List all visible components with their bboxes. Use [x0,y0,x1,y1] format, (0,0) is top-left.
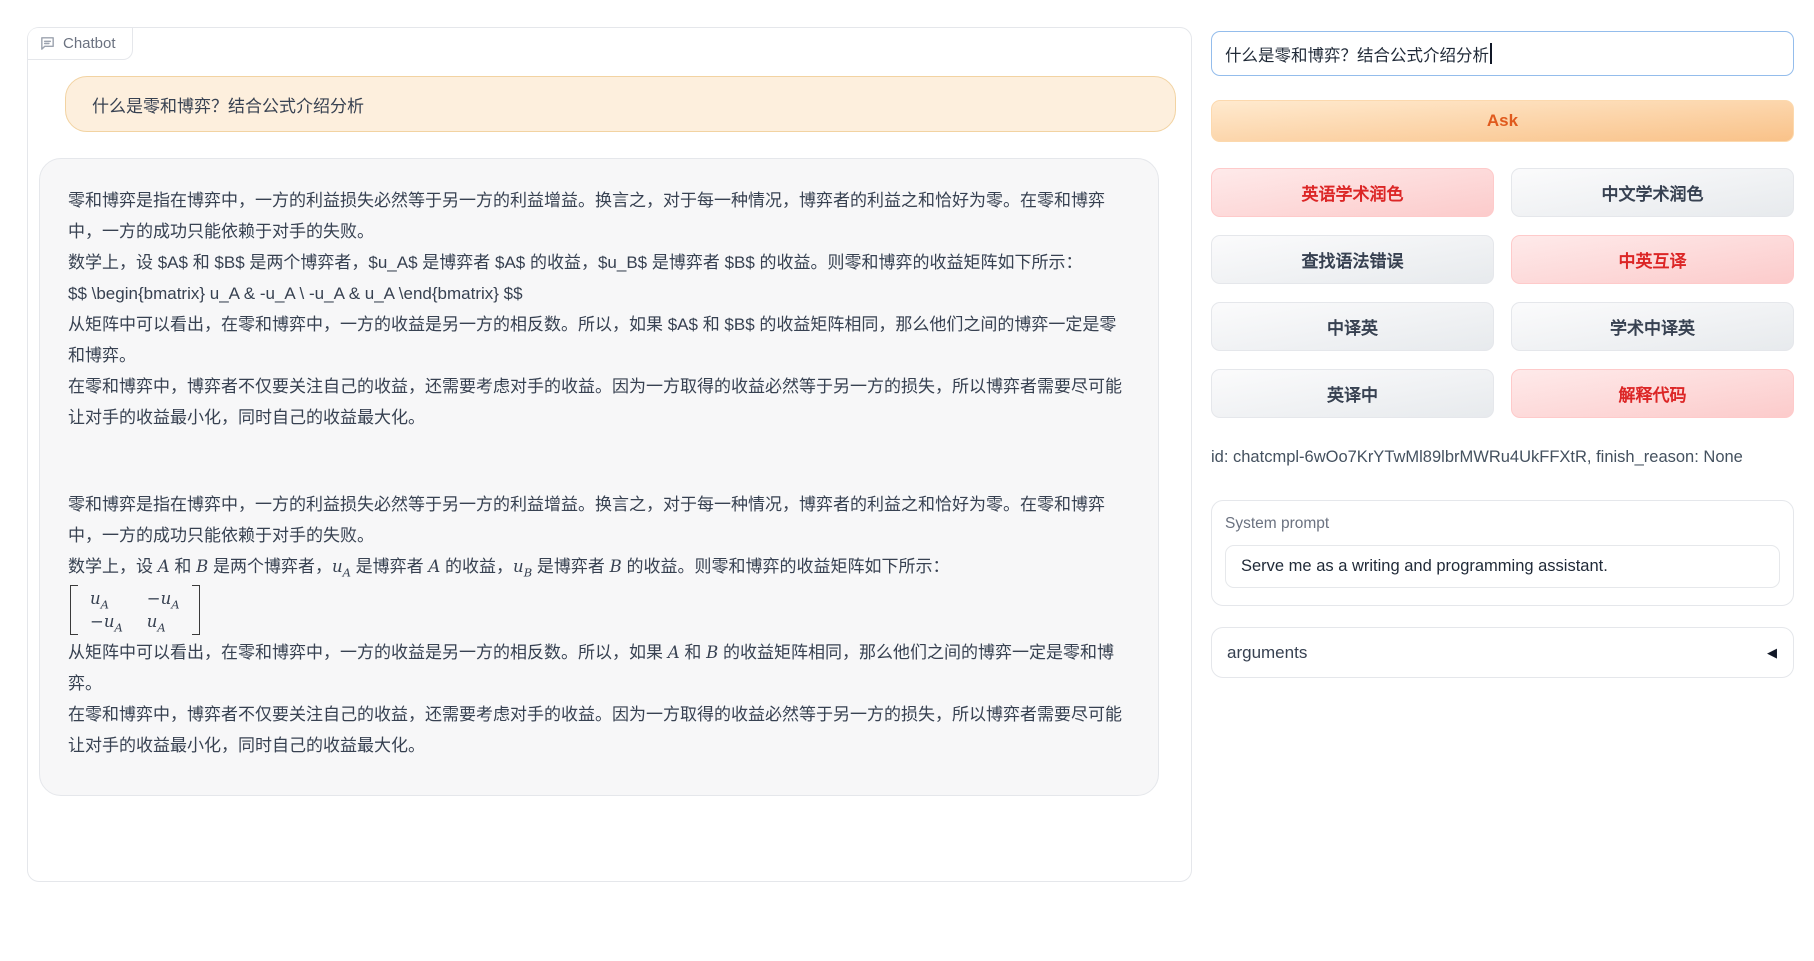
system-prompt-input[interactable]: Serve me as a writing and programming as… [1225,545,1780,588]
question-input[interactable]: 什么是零和博弈？结合公式介绍分析 [1211,31,1794,76]
matrix-cell: uA [147,610,180,633]
math-var: uA [332,557,351,576]
button-find-grammar-errors[interactable]: 查找语法错误 [1211,235,1494,284]
matrix-right-bracket [192,585,200,635]
function-button-grid: 英语学术润色 中文学术润色 查找语法错误 中英互译 中译英 学术中译英 英译中 … [1211,168,1794,418]
accordion-collapse-icon: ◀ [1767,645,1777,661]
bot-raw-paragraph-5: 在零和博弈中，博弈者不仅要关注自己的收益，还需要考虑对手的收益。因为一方取得的收… [68,371,1130,433]
math-var: B [196,557,208,576]
system-prompt-label: System prompt [1225,515,1780,533]
page-title: ChatGPT 学术优化 [0,0,1574,5]
bot-rendered-paragraph-1: 零和博弈是指在博弈中，一方的利益损失必然等于另一方的利益增益。换言之，对于每一种… [68,489,1130,551]
matrix-cell: uA [90,587,123,610]
bot-rendered-paragraph-4: 从矩阵中可以看出，在零和博弈中，一方的收益是另一方的相反数。所以，如果 A 和 … [68,637,1130,699]
response-status-line: id: chatcmpl-6wOo7KrYTwMl89lbrMWRu4UkFFX… [1211,448,1794,467]
math-var: B [706,643,718,662]
bot-message-blank-gap [68,433,1130,489]
arguments-accordion-header[interactable]: arguments ◀ [1211,627,1794,678]
chatbot-panel-label-text: Chatbot [63,35,116,52]
system-prompt-value: Serve me as a writing and programming as… [1241,557,1608,576]
math-var: A [668,643,680,662]
chatbot-panel: Chatbot 什么是零和博弈？结合公式介绍分析 零和博弈是指在博弈中，一方的利… [27,27,1192,882]
matrix-cell: −uA [147,587,180,610]
bot-raw-paragraph-4: 从矩阵中可以看出，在零和博弈中，一方的收益是另一方的相反数。所以，如果 $A$ … [68,309,1130,371]
bot-raw-formula: $$ \begin{bmatrix} u_A & -u_A \ -u_A & u… [68,278,1130,309]
matrix-left-bracket [70,585,78,635]
bot-rendered-math-line: 数学上，设 A 和 B 是两个博弈者，uA 是博弈者 A 的收益，uB 是博弈者… [68,551,1130,582]
math-var: uB [513,557,532,576]
composer-column: 什么是零和博弈？结合公式介绍分析 Ask 英语学术润色 中文学术润色 查找语法错… [1211,31,1794,678]
math-var: B [610,557,622,576]
math-var: A [428,557,440,576]
text-cursor [1490,43,1492,64]
chatbot-panel-label: Chatbot [28,28,133,60]
math-var: A [158,557,170,576]
bot-raw-paragraph-1: 零和博弈是指在博弈中，一方的利益损失必然等于另一方的利益增益。换言之，对于每一种… [68,185,1130,247]
chat-user-message: 什么是零和博弈？结合公式介绍分析 [65,76,1176,132]
button-zh-to-en[interactable]: 中译英 [1211,302,1494,351]
matrix-cell: −uA [90,610,123,633]
question-input-value: 什么是零和博弈？结合公式介绍分析 [1225,42,1489,66]
bot-rendered-paragraph-5: 在零和博弈中，博弈者不仅要关注自己的收益，还需要考虑对手的收益。因为一方取得的收… [68,699,1130,761]
ask-button[interactable]: Ask [1211,100,1794,142]
payoff-matrix: uA −uA −uA uA [70,585,200,635]
button-en-to-zh[interactable]: 英译中 [1211,369,1494,418]
chat-user-message-text: 什么是零和博弈？结合公式介绍分析 [92,92,364,117]
button-chinese-academic-polish[interactable]: 中文学术润色 [1511,168,1794,217]
button-english-academic-polish[interactable]: 英语学术润色 [1211,168,1494,217]
button-explain-code[interactable]: 解释代码 [1511,369,1794,418]
button-academic-zh-to-en[interactable]: 学术中译英 [1511,302,1794,351]
arguments-accordion-label: arguments [1227,643,1307,663]
bot-raw-paragraph-2: 数学上，设 $A$ 和 $B$ 是两个博弈者，$u_A$ 是博弈者 $A$ 的收… [68,247,1130,278]
chat-bot-message: 零和博弈是指在博弈中，一方的利益损失必然等于另一方的利益增益。换言之，对于每一种… [39,158,1159,796]
system-prompt-group: System prompt Serve me as a writing and … [1211,500,1794,606]
chat-bubble-icon [39,35,56,52]
button-zh-en-mutual-translate[interactable]: 中英互译 [1511,235,1794,284]
